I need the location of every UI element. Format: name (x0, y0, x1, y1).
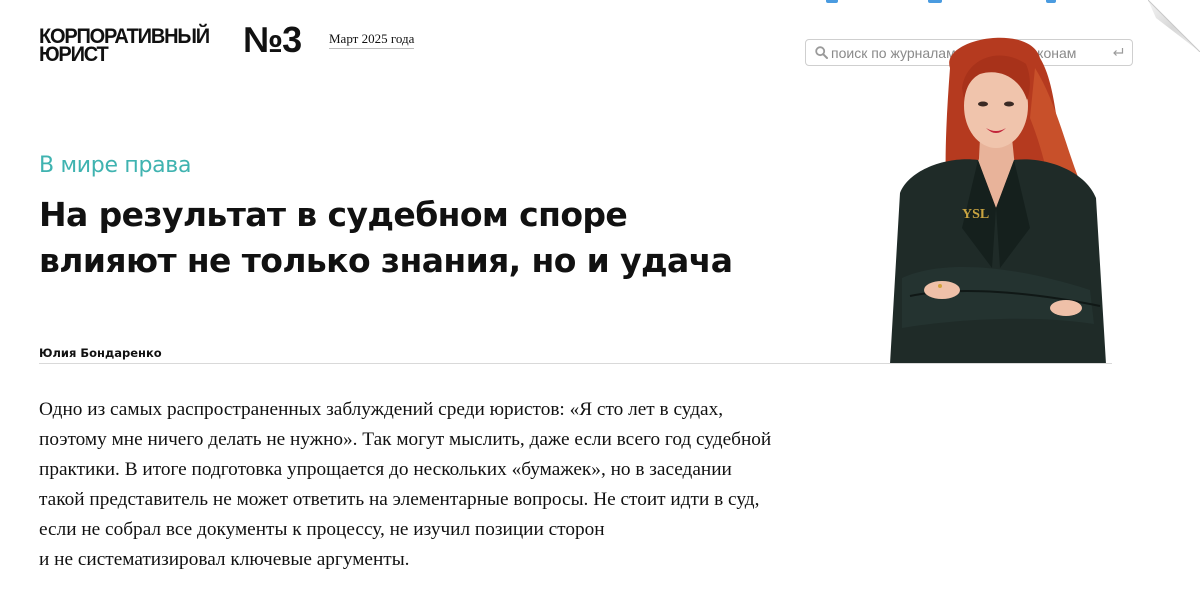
lead-line: практики. В итоге подготовка упрощается … (39, 459, 732, 480)
logo-line-2: ЮРИСТ (39, 42, 109, 66)
svg-text:YSL: YSL (962, 207, 989, 222)
article-author[interactable]: Юлия Бондаренко (39, 346, 162, 360)
search-icon[interactable] (815, 46, 828, 59)
article-lead: Одно из самых распространенных заблужден… (39, 395, 859, 575)
social-icon-2[interactable] (928, 0, 942, 3)
author-portrait-photo: YSL (890, 37, 1106, 364)
issue-date-link[interactable]: Март 2025 года (329, 31, 415, 49)
lead-line: поэтому мне ничего делать не нужно». Так… (39, 429, 772, 450)
lead-line: если не собрал все документы к процессу,… (39, 519, 605, 540)
lead-line: Одно из самых распространенных заблужден… (39, 399, 724, 420)
page-corner-fold-icon[interactable] (1148, 0, 1200, 52)
article-title-line-1: На результат в судебном споре (39, 195, 628, 234)
issue-number[interactable]: №3 (243, 20, 302, 60)
social-icon-1[interactable] (826, 0, 838, 3)
article-title: На результат в судебном споре влияют не … (39, 192, 799, 284)
rubric-label[interactable]: В мире права (39, 152, 191, 180)
social-icon-3[interactable] (1046, 0, 1056, 3)
lead-line: такой представитель не может ответить на… (39, 489, 760, 510)
lead-line: и не систематизировал ключевые аргументы… (39, 549, 410, 570)
site-logo[interactable]: КОРПОРАТИВНЫЙ ЮРИСТ (39, 26, 245, 66)
article-title-line-2: влияют не только знания, но и удача (39, 241, 733, 280)
header-divider (39, 363, 1112, 364)
